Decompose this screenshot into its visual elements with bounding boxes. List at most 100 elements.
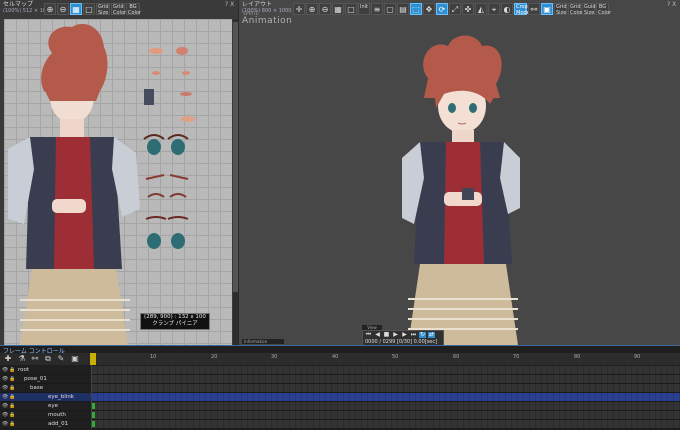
ruler-tick: 30 [271,354,278,360]
bg-color-button[interactable]: BG Color [596,3,611,16]
character-preview[interactable] [400,28,520,345]
visibility-icon[interactable]: 👁 [2,421,8,427]
layer-track[interactable] [92,375,680,383]
move-tool-icon[interactable]: ✥ [423,3,435,15]
grid-color-button[interactable]: Grid Color [568,3,583,16]
frame-ruler[interactable] [92,353,680,365]
grid-color-button[interactable]: Grid Color [111,3,126,16]
coordinate-text: (289, 900) : 132 x 100 [144,314,206,320]
grid-icon[interactable]: ▦ [332,3,344,15]
first-frame-icon[interactable]: ⏮ [365,332,372,338]
visibility-icon[interactable]: 👁 [2,394,8,400]
play-icon[interactable]: ▶ [392,332,399,338]
timeline-layer-row[interactable]: 👁 🔒 eye [0,402,680,411]
playhead[interactable] [90,353,96,365]
timeline-divider[interactable] [91,365,92,429]
preview-icon[interactable]: ▣ [541,3,553,15]
lock-icon[interactable]: 🔒 [9,403,15,409]
lock-icon[interactable]: 🔒 [9,394,15,400]
layer-track[interactable] [92,402,680,410]
timeline-layer-row[interactable]: 👁 🔒 add_01 [0,420,680,429]
frame-icon[interactable]: ▢ [384,3,396,15]
layer-track[interactable] [92,420,680,428]
visibility-icon[interactable]: 👁 [2,385,8,391]
timeline-layer-row[interactable]: 👁 🔒 mouth [0,411,680,420]
lock-icon[interactable]: 🔒 [9,367,15,373]
texture-panel-controls[interactable]: ? X [225,1,234,8]
keyframe[interactable] [92,412,95,418]
prev-frame-icon[interactable]: ◀ [374,332,381,338]
grid-size-button[interactable]: Grid Size [554,3,567,16]
keyframe[interactable] [92,403,95,409]
select-tool-icon[interactable]: ⬚ [410,3,422,15]
align-icon[interactable]: ≡ [371,3,383,15]
zoom-out-icon[interactable]: ⊖ [319,3,331,15]
fit-icon[interactable]: □ [345,3,357,15]
layout-panel-controls[interactable]: ? X [667,1,676,8]
copy-layer-icon[interactable]: ⧉ [43,354,53,363]
pin-tool-icon[interactable]: ⌖ [488,3,500,15]
lock-icon[interactable]: 🔒 [9,385,15,391]
crop-mode-button[interactable]: Crop Mode [514,3,530,16]
timeline-layer-row-selected[interactable]: 👁 🔒 eye_blink [0,393,680,402]
ruler-tick: 70 [513,354,520,360]
layers-icon[interactable]: ▤ [397,3,409,15]
layer-track[interactable] [92,411,680,419]
part-name-text: クランプ パイニア [152,321,198,327]
group-icon[interactable]: ▣ [70,354,80,363]
new-layer-icon[interactable]: ✚ [3,354,13,363]
guide-size-button[interactable]: Guide Size [582,3,599,16]
layout-panel-title: レイアウト [242,1,273,8]
layer-name: pose_01 [24,376,47,382]
zoom-in-icon[interactable]: ⊕ [44,3,56,15]
grid-toggle-icon[interactable]: ▦ [70,3,82,15]
layer-track[interactable] [92,366,680,374]
lock-icon[interactable]: 🔒 [9,421,15,427]
layer-name: base [30,385,44,391]
lock-icon[interactable]: 🔒 [9,376,15,382]
next-frame-icon[interactable]: ▶ [401,332,408,338]
visibility-icon[interactable]: 👁 [2,376,8,382]
zoom-out-icon[interactable]: ⊖ [57,3,69,15]
onion-icon[interactable]: ◐ [501,3,513,15]
grid-size-button[interactable]: Grid Size [96,3,110,16]
loop-icon[interactable]: ↻ [419,332,426,338]
layer-name: eye_blink [48,394,74,400]
layer-track[interactable] [92,384,680,392]
keyframe[interactable] [92,421,95,427]
ruler-tick: 60 [453,354,460,360]
bg-color-button[interactable]: BG Color [126,3,141,16]
timeline-layer-row[interactable]: 👁 🔒 base [0,384,680,393]
layer-name: eye [48,403,59,409]
layer-name: add_01 [48,421,69,427]
visibility-icon[interactable]: 👁 [2,412,8,418]
add-null-icon[interactable]: ⚯ [30,354,40,363]
delete-layer-icon[interactable]: ✎ [56,354,66,363]
lock-icon[interactable]: 🔒 [9,412,15,418]
bone-tool-icon[interactable]: ✛ [293,3,305,15]
visibility-icon[interactable]: 👁 [2,403,8,409]
ruler-tick: 40 [332,354,339,360]
brand-watermark: Animation [242,16,293,26]
fit-icon[interactable]: □ [83,3,95,15]
add-part-icon[interactable]: ⚗ [17,354,27,363]
ruler-tick: 80 [574,354,581,360]
last-frame-icon[interactable]: ⏭ [410,332,417,338]
visibility-icon[interactable]: 👁 [2,367,8,373]
scale-tool-icon[interactable]: ⤢ [449,3,461,15]
init-button[interactable]: Init [358,3,370,15]
mesh-tool-icon[interactable]: ◭ [475,3,487,15]
rotate-tool-icon[interactable]: ⟳ [436,3,448,15]
timeline-layer-row[interactable]: 👁 🔒 root [0,366,680,375]
texture-scrollbar-thumb[interactable] [233,22,238,292]
timeline-layer-row[interactable]: 👁 🔒 pose_01 [0,375,680,384]
texture-canvas[interactable] [4,19,232,345]
sync-icon[interactable]: ⇄ [428,332,435,338]
part-coordinate-tooltip: (289, 900) : 132 x 100 クランプ パイニア [140,313,210,330]
stop-icon[interactable]: ■ [383,332,390,338]
link-icon[interactable]: ⚯ [528,3,540,15]
layer-track[interactable] [92,393,680,401]
information-tab[interactable]: Information [242,339,284,344]
anchor-tool-icon[interactable]: ✜ [462,3,474,15]
zoom-in-icon[interactable]: ⊕ [306,3,318,15]
